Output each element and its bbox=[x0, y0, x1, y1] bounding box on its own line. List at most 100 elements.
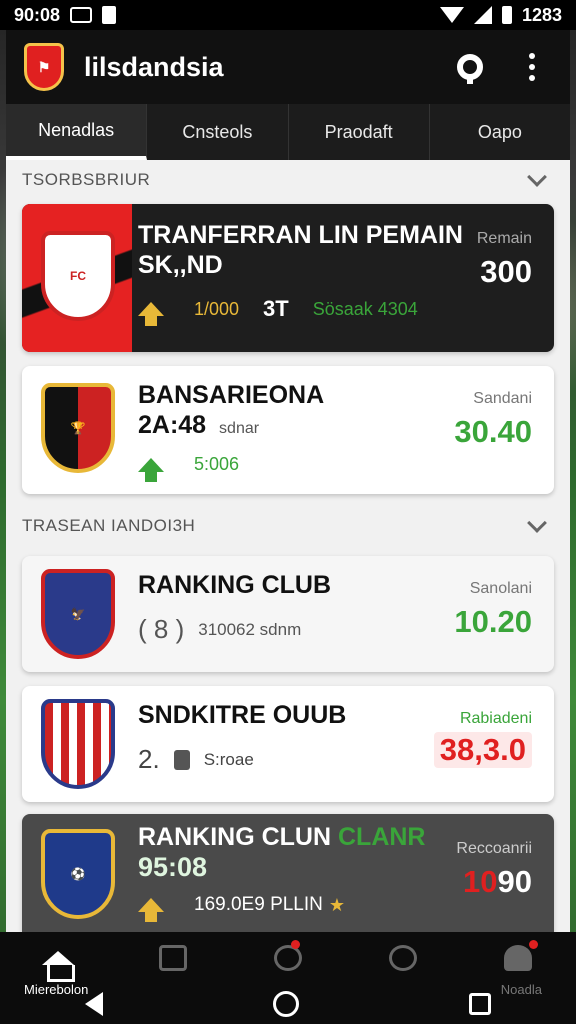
card-title: SNDKITRE OUUB bbox=[138, 701, 347, 729]
section-header-1[interactable]: TSORBSBRIUR bbox=[6, 160, 570, 200]
card-right-label: Rabiadeni bbox=[459, 710, 532, 727]
recents-icon[interactable] bbox=[469, 993, 491, 1015]
card-sub: sdnar bbox=[219, 420, 260, 437]
stat-value: 1/000 bbox=[194, 298, 240, 319]
card-title: RANKING CLUN CLANR 95:08 bbox=[138, 822, 426, 882]
search-button[interactable] bbox=[450, 47, 490, 87]
nav-target[interactable] bbox=[230, 932, 345, 984]
face-icon bbox=[389, 945, 418, 971]
card-right-value: 10.20 bbox=[454, 604, 532, 639]
card-right-value: 1090 bbox=[463, 864, 532, 900]
transfer-card[interactable]: FC TRANFERRAN LIN PEMAIN SK,,ND Remain 3… bbox=[22, 204, 554, 352]
tab-2[interactable]: Cnsteols bbox=[147, 104, 289, 160]
card-score: 2A:48 bbox=[138, 411, 207, 439]
stat-num: 2. bbox=[138, 744, 160, 774]
shield-logo-icon[interactable]: ⚑ bbox=[24, 43, 64, 91]
stat-tag: Sösaak 4304 bbox=[312, 298, 418, 319]
card-title-accent: CLANR bbox=[338, 823, 426, 851]
trophy-crest-icon: 🏆 bbox=[41, 383, 115, 473]
club-crest: ⚽ bbox=[36, 824, 120, 924]
stat-rank: ( 8 ) bbox=[138, 614, 185, 644]
tab-4[interactable]: Oapo bbox=[430, 104, 570, 160]
card-right-label: Reccoanrii bbox=[456, 840, 532, 857]
stat-extra: 3T bbox=[263, 296, 289, 321]
more-vert-icon bbox=[529, 53, 535, 81]
app-header: ⚑ lilsdandsia bbox=[6, 30, 570, 104]
star-icon: ★ bbox=[328, 894, 346, 915]
player-crest-icon: ⚽ bbox=[41, 829, 115, 919]
arrow-up-icon bbox=[138, 457, 164, 482]
wifi-icon bbox=[439, 7, 464, 23]
card-stats: 1/000 3T Sösaak 4304 bbox=[138, 296, 418, 326]
bottom-navigation: Mierebolon Noadla bbox=[0, 932, 576, 1024]
card-title-line2: 2A:48 sdnar bbox=[138, 410, 324, 444]
card-stats: ( 8 ) 310062 sdnm bbox=[138, 614, 301, 645]
notification-icon bbox=[102, 6, 117, 24]
value-red: 10 bbox=[463, 864, 498, 899]
card-title: BANSARIEONA 2A:48 sdnar bbox=[138, 380, 324, 444]
status-bar: 90:08 1283 bbox=[0, 0, 576, 30]
card-right-label: Remain bbox=[476, 230, 532, 247]
card-stats: 169.0E9 PLLIN ★ bbox=[138, 894, 346, 922]
stat-text: 169.0E9 PLLIN bbox=[194, 894, 323, 915]
profile-icon bbox=[504, 945, 533, 971]
chevron-down-icon bbox=[527, 513, 547, 533]
nav-face[interactable] bbox=[346, 932, 461, 984]
card-title: RANKING CLUB bbox=[138, 571, 332, 599]
card-right-label: Sanolani bbox=[469, 580, 532, 597]
nav-profile[interactable] bbox=[461, 932, 576, 984]
card-title: TRANFERRAN LIN PEMAIN SK,,ND bbox=[138, 220, 463, 280]
section-title: TRASEAN IANDOI3H bbox=[22, 516, 196, 535]
card-right-label: Sandani bbox=[473, 390, 532, 407]
battery-icon bbox=[501, 6, 512, 24]
club-card-3[interactable]: 🦅 RANKING CLUB Sanolani 10.20 ( 8 ) 3100… bbox=[22, 556, 554, 672]
club-card-5[interactable]: ⚽ RANKING CLUN CLANR 95:08 Reccoanrii 10… bbox=[22, 814, 554, 932]
screen-icon bbox=[70, 7, 93, 23]
striped-crest-icon bbox=[41, 699, 115, 789]
arrow-up-icon bbox=[138, 302, 164, 326]
crest-red-white-icon: FC bbox=[41, 231, 115, 321]
notification-dot bbox=[290, 940, 300, 949]
status-time-left: 90:08 bbox=[14, 4, 61, 25]
card-stats: 2. S:roae bbox=[138, 744, 254, 775]
home-circle-icon[interactable] bbox=[273, 991, 299, 1017]
section-title: TSORBSBRIUR bbox=[22, 170, 151, 189]
system-navigation bbox=[0, 984, 576, 1024]
value-white: 90 bbox=[497, 864, 532, 899]
eagle-crest-icon: 🦅 bbox=[41, 569, 115, 659]
content-list: TSORBSBRIUR FC TRANFERRAN LIN PEMAIN SK,… bbox=[6, 160, 570, 932]
club-crest bbox=[36, 694, 120, 794]
tab-3[interactable]: Praodaft bbox=[289, 104, 430, 160]
nav-home[interactable] bbox=[0, 932, 115, 984]
more-menu-button[interactable] bbox=[512, 47, 552, 87]
tab-bar: Nenadlas Cnsteols Praodaft Oapo bbox=[6, 104, 570, 160]
card-title-line2: SK,,ND bbox=[138, 251, 223, 279]
card-stats: 5:006 bbox=[138, 454, 239, 482]
club-crest: 🦅 bbox=[36, 564, 120, 664]
notification-dot bbox=[529, 940, 539, 949]
card-right-value: 300 bbox=[480, 254, 532, 289]
section-header-2[interactable]: TRASEAN IANDOI3H bbox=[6, 506, 570, 546]
back-icon[interactable] bbox=[85, 992, 103, 1016]
building-icon bbox=[173, 749, 190, 770]
card-title-line2: 95:08 bbox=[138, 852, 208, 882]
card-right-value: 38,3.0 bbox=[433, 732, 532, 768]
card-title-main: RANKING CLUN bbox=[138, 823, 332, 851]
club-crest: 🏆 bbox=[36, 378, 120, 478]
card-title-line1: TRANFERRAN LIN PEMAIN bbox=[138, 221, 463, 249]
club-card-4[interactable]: SNDKITRE OUUB Rabiadeni 38,3.0 2. S:roae bbox=[22, 686, 554, 802]
tab-1[interactable]: Nenadlas bbox=[6, 104, 148, 160]
nav-store[interactable] bbox=[115, 932, 230, 984]
home-icon bbox=[41, 951, 75, 982]
card-right-value: 30.40 bbox=[454, 414, 532, 449]
stat-text: 310062 sdnm bbox=[198, 619, 302, 639]
club-crest: FC bbox=[36, 226, 120, 326]
status-time-right: 1283 bbox=[521, 4, 562, 25]
search-icon bbox=[457, 54, 483, 84]
card-title-line1: BANSARIEONA bbox=[138, 381, 325, 409]
store-icon bbox=[158, 945, 187, 971]
club-card-2[interactable]: 🏆 BANSARIEONA 2A:48 sdnar Sandani 30.40 … bbox=[22, 366, 554, 494]
card-title-line1: RANKING CLUN CLANR bbox=[138, 822, 426, 852]
app-title: lilsdandsia bbox=[84, 51, 224, 82]
target-icon bbox=[274, 945, 302, 971]
